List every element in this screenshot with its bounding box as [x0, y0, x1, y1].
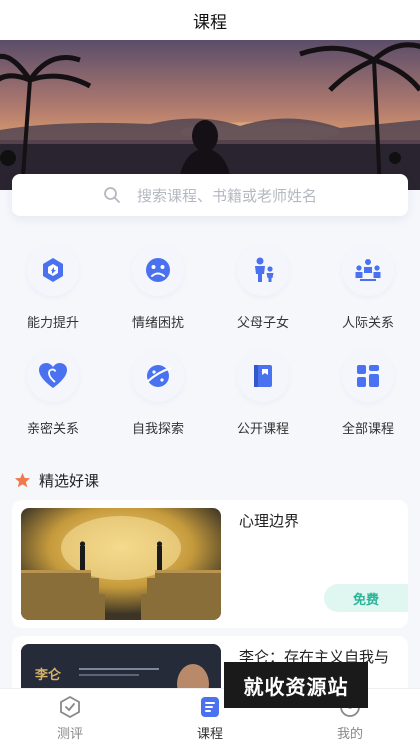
tab-assessment[interactable]: 测评 — [30, 695, 110, 742]
people-icon — [355, 259, 381, 281]
category-intimacy[interactable]: 亲密关系 — [11, 350, 95, 437]
category-label: 公开课程 — [236, 422, 289, 437]
category-emotion[interactable]: 情绪困扰 — [116, 244, 200, 331]
category-public-course[interactable]: 公开课程 — [221, 350, 305, 437]
category-icon-bg — [132, 244, 184, 296]
ability-icon — [43, 258, 63, 282]
tab-label: 我的 — [336, 727, 363, 742]
section-title: 精选好课 — [39, 472, 100, 490]
tab-label: 课程 — [196, 727, 223, 742]
category-all-course[interactable]: 全部课程 — [326, 350, 410, 437]
category-ability[interactable]: 能力提升 — [11, 244, 95, 331]
heart-icon — [39, 363, 67, 388]
parent-child-icon — [255, 257, 274, 282]
page-title: 课程 — [193, 12, 227, 33]
category-people[interactable]: 人际关系 — [326, 244, 410, 331]
category-self-explore[interactable]: 自我探索 — [116, 350, 200, 437]
free-badge: 免费 — [324, 584, 408, 612]
boundary-image — [21, 508, 221, 620]
thumbnail-caption: 李仑 — [35, 668, 62, 683]
search-placeholder: 搜索课程、书籍或老师姓名 — [136, 186, 317, 205]
hero-banner[interactable] — [0, 40, 420, 190]
category-label: 父母子女 — [236, 316, 289, 331]
tab-label: 测评 — [56, 727, 83, 742]
category-icon-bg — [27, 350, 79, 402]
category-icon-bg — [132, 350, 184, 402]
course-card[interactable]: 心理边界 免费 — [12, 500, 408, 628]
search-bar[interactable]: 搜索课程、书籍或老师姓名 — [12, 174, 408, 216]
search-icon — [104, 187, 120, 203]
star-icon — [14, 472, 31, 488]
category-icon-bg — [237, 244, 289, 296]
category-label: 全部课程 — [341, 422, 394, 437]
category-label: 能力提升 — [26, 316, 79, 331]
top-bar: 课程 — [0, 0, 420, 40]
emotion-icon — [146, 258, 170, 282]
course-icon — [201, 697, 219, 717]
book-icon — [254, 365, 272, 387]
course-thumbnail — [21, 508, 221, 620]
assessment-icon — [60, 695, 80, 719]
category-label: 人际关系 — [341, 316, 394, 331]
category-label: 自我探索 — [131, 422, 184, 437]
grid-icon — [357, 365, 379, 387]
category-label: 情绪困扰 — [131, 316, 184, 331]
category-label: 亲密关系 — [26, 422, 79, 437]
course-title: 心理边界 — [239, 512, 300, 530]
watermark: 就收资源站 — [224, 662, 368, 708]
category-icon-bg — [342, 244, 394, 296]
category-icon-bg — [27, 244, 79, 296]
section-header: 精选好课 — [14, 470, 99, 491]
category-icon-bg — [342, 350, 394, 402]
planet-icon — [146, 365, 172, 387]
hero-image — [0, 40, 420, 190]
category-parent-child[interactable]: 父母子女 — [221, 244, 305, 331]
category-icon-bg — [237, 350, 289, 402]
